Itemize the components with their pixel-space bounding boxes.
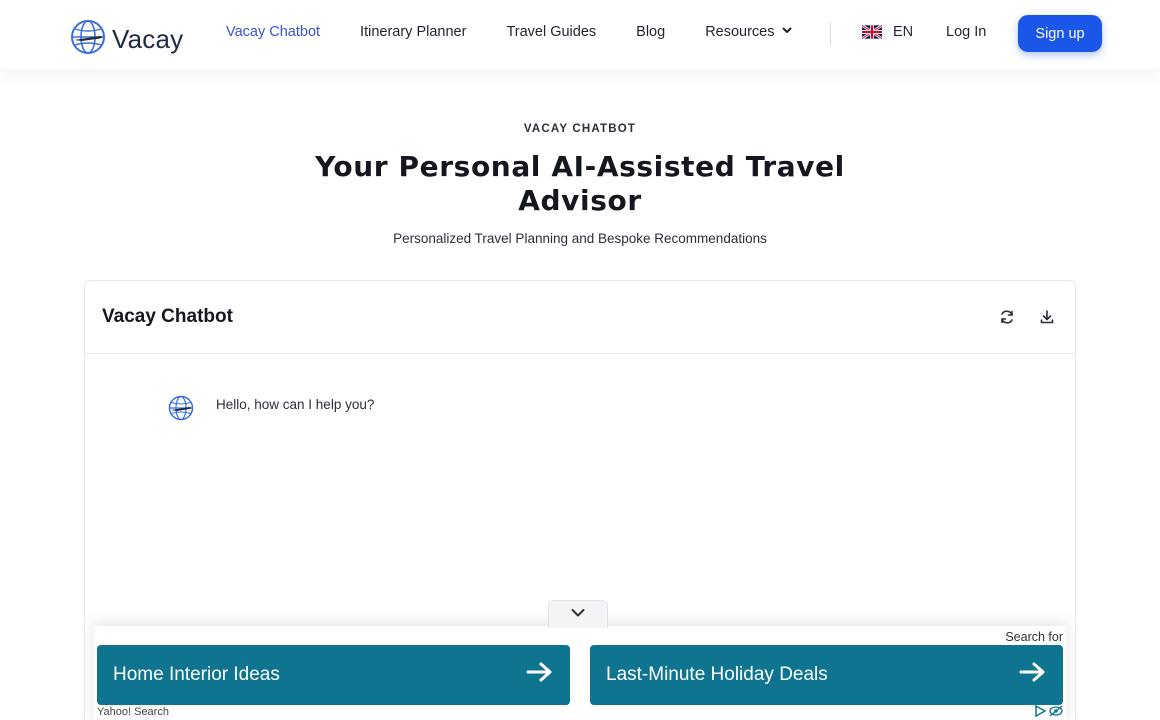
- ad-bar: Search for Home Interior Ideas Last-Minu…: [94, 626, 1066, 720]
- globe-plane-icon: [70, 19, 106, 60]
- page-subtitle: Personalized Travel Planning and Bespoke…: [393, 231, 767, 246]
- adchoices-icon[interactable]: [1034, 705, 1063, 717]
- page-title: Your Personal AI-Assisted Travel Advisor: [315, 150, 845, 217]
- chat-message-text: Hello, how can I help you?: [216, 397, 375, 412]
- login-link[interactable]: Log In: [946, 24, 986, 40]
- ad-link-holiday-deals[interactable]: Last-Minute Holiday Deals: [590, 645, 1063, 705]
- ad-search-label: Search for: [1005, 630, 1063, 644]
- chevron-down-icon: [781, 24, 793, 40]
- arrow-right-icon: [1019, 661, 1047, 689]
- main-nav: Vacay Chatbot Itinerary Planner Travel G…: [226, 24, 833, 40]
- uk-flag-icon: [862, 25, 882, 39]
- chat-message: Hello, how can I help you?: [168, 395, 374, 426]
- nav-itinerary-planner[interactable]: Itinerary Planner: [360, 24, 466, 40]
- logo-text: Vacay: [112, 24, 184, 54]
- chevron-down-icon: [570, 606, 586, 624]
- chatbot-header: Vacay Chatbot: [85, 281, 1075, 354]
- nav-travel-guides[interactable]: Travel Guides: [506, 24, 596, 40]
- nav-vacay-chatbot[interactable]: Vacay Chatbot: [226, 24, 320, 40]
- ad-collapse-toggle[interactable]: [548, 600, 608, 628]
- ad-provider: Yahoo! Search: [97, 706, 169, 718]
- signup-button[interactable]: Sign up: [1018, 15, 1102, 52]
- ad-link-label: Last-Minute Holiday Deals: [606, 664, 828, 685]
- nav-resources-dropdown[interactable]: Resources: [705, 24, 792, 40]
- nav-blog[interactable]: Blog: [636, 24, 665, 40]
- bot-avatar-icon: [168, 395, 194, 426]
- ad-link-label: Home Interior Ideas: [113, 664, 280, 685]
- logo[interactable]: Vacay: [70, 19, 183, 60]
- nav-divider: [830, 22, 831, 46]
- language-selector[interactable]: EN: [862, 24, 913, 40]
- language-code: EN: [893, 24, 914, 40]
- arrow-right-icon: [526, 661, 554, 689]
- ad-link-home-interior[interactable]: Home Interior Ideas: [97, 645, 570, 705]
- nav-resources-label: Resources: [705, 24, 775, 40]
- download-icon[interactable]: [1038, 308, 1056, 326]
- chatbot-title: Vacay Chatbot: [102, 306, 233, 327]
- site-header: Vacay Vacay Chatbot Itinerary Planner Tr…: [0, 0, 1160, 69]
- refresh-icon[interactable]: [998, 308, 1016, 326]
- hero-eyebrow: VACAY CHATBOT: [523, 123, 637, 135]
